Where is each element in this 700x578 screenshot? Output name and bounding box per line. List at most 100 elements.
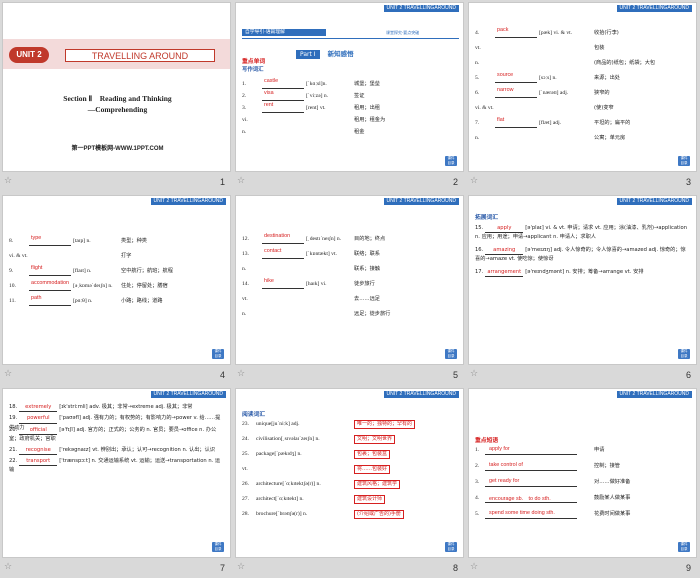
entry-text: [ˈrekəgnaɪz] vt. 辨别出；承认；认可→recognition n… [59,446,215,453]
catalog-badge[interactable]: 课件 目录 [212,542,224,552]
entry-text: [ɪkˈstriːmli] adv. 极其；非常→extreme adj. 极其… [59,404,193,410]
slide-number: 2 [452,177,458,187]
slide-2: UNIT 2 TRAVELLINGAROUND 自学导引·语篇理解 课堂探究·要… [235,2,464,172]
phonetic: [pæk] vi. & vt. [539,30,573,36]
slide-thumb-4[interactable]: UNIT 2 TRAVELLINGAROUND 8. type [taɪp] n. 类… [0,193,233,386]
answer-underline [29,305,71,306]
meaning: (商品的)纸包；纸袋；大包 [594,60,656,66]
answer-word: recognise [19,446,58,455]
site-watermark: 第一PPT模板网-WWW.1PPT.COM [71,146,164,152]
entry-paragraph: 20. official [əˈfɪʃl] adj. 官方的；正式的；公务的 n. … [9,426,224,444]
star-icon[interactable]: ☆ [470,176,478,186]
cover-title: TRAVELLING AROUND [65,49,215,62]
slide-4: UNIT 2 TRAVELLINGAROUND 8. type [taɪp] n. 类… [2,195,231,365]
answer-word: powerful [19,414,58,424]
answer-word: contact [264,248,282,254]
meaning: 租金 [354,129,365,135]
answer-word: castle [264,78,279,84]
answer-word: arrangement [485,268,524,277]
star-icon[interactable]: ☆ [4,562,12,572]
star-icon[interactable]: ☆ [237,176,245,186]
star-icon[interactable]: ☆ [237,562,245,572]
heading-key-phrases: 重点短语 [475,438,499,444]
slide-3: UNIT 2 TRAVELLINGAROUND 4. pack [pæk] vi. … [468,2,697,172]
row-number: n. [475,60,480,66]
slide-thumb-8[interactable]: UNIT 2 TRAVELLINGAROUND 阅读词汇 23. unique[j… [233,386,466,578]
phonetic: [sɔːs] n. [539,75,557,81]
star-icon[interactable]: ☆ [4,369,12,379]
answer-word: accommodation [31,280,70,286]
row-number: 5. [475,511,480,517]
meaning: 联系；接触 [354,266,380,272]
slide-number: 4 [219,370,225,380]
answer-underline [262,258,304,259]
row-number: vi. & vt. [9,253,28,259]
unit-banner: UNIT 2 TRAVELLINGAROUND [383,391,459,398]
catalog-badge[interactable]: 课件 目录 [212,349,224,359]
row-number: n. [242,129,247,135]
answer-word: transport [19,457,58,467]
unit-banner: UNIT 2 TRAVELLINGAROUND [616,198,692,205]
phonetic: [ˌdestɪˈneɪʃn] n. [306,236,342,242]
phonetic: [əˌkɒməˈdeɪʃn] n. [73,283,113,289]
answer-phrase: get ready for [489,478,520,484]
meaning: 来源；出处 [594,75,620,81]
phonetic: [flaɪt] n. [73,268,92,274]
row-number: 14. [242,281,249,287]
reading-word: brochure[ˈbrəʊʃə(r)] n. [256,511,308,517]
nav-tab-2: 课堂探究·要点突破 [386,30,420,35]
slide-thumb-9[interactable]: UNIT 2 TRAVELLINGAROUND 重点短语 1. apply for… [466,386,699,578]
catalog-badge[interactable]: 课件 目录 [445,349,457,359]
row-number: 6. [475,90,480,96]
meaning: 签证 [354,93,365,99]
star-icon[interactable]: ☆ [4,176,12,186]
row-number: 23. [242,421,249,427]
meaning: 花费时间做某事 [594,511,631,517]
slide-thumb-6[interactable]: UNIT 2 TRAVELLINGAROUND 拓展词汇 15. apply [əˈ… [466,193,699,386]
catalog-badge[interactable]: 课件 目录 [445,542,457,552]
slide-thumb-2[interactable]: UNIT 2 TRAVELLINGAROUND 自学导引·语篇理解 课堂探究·要… [233,0,466,193]
answer-underline [29,245,71,246]
row-number: 28. [242,511,249,517]
row-number: 17. [475,268,484,275]
unit-banner: UNIT 2 TRAVELLINGAROUND [616,391,692,398]
row-number: 7. [475,120,480,126]
phonetic: [haɪk] vi. [306,281,327,287]
row-number: n. [475,135,480,141]
entry-paragraph: 16. amazing [əˈmeɪzɪŋ] adj. 令人惊奇的；令人惊喜的→am… [475,246,690,264]
entry-paragraph: 17. arrangement [əˈreɪndʒmənt] n. 安排；筹备→ar… [475,268,690,277]
answer-underline [485,486,577,487]
meaning: 空中航行；航班；航程 [121,268,173,274]
meaning-box: 包裹；包装盒 [354,450,391,459]
slide-thumb-1[interactable]: UNIT 2 TRAVELLING AROUND Section Ⅱ Readi… [0,0,233,193]
slide-thumb-7[interactable]: UNIT 2 TRAVELLINGAROUND 18. extremely [ɪkˈ… [0,386,233,578]
slide-number: 9 [685,563,691,573]
answer-underline [29,290,71,291]
nav-tab: 自学导引·语篇理解 [242,29,326,36]
slide-thumb-5[interactable]: UNIT 2 TRAVELLINGAROUND 12. destination [ˌ… [233,193,466,386]
row-number: 2. [242,93,247,99]
catalog-badge[interactable]: 课件 目录 [678,542,690,552]
star-icon[interactable]: ☆ [470,369,478,379]
slide-1: UNIT 2 TRAVELLING AROUND Section Ⅱ Readi… [2,2,231,172]
row-number: 4. [475,30,480,36]
star-icon[interactable]: ☆ [470,562,478,572]
star-icon[interactable]: ☆ [237,369,245,379]
meaning: 远足；徒步旅行 [354,311,391,317]
answer-underline [262,100,304,101]
row-number: 9. [9,268,14,274]
answer-phrase: apply for [489,446,510,452]
row-number: 25. [242,451,249,457]
meaning-box: 文明；文明世界 [354,435,396,444]
answer-word: flight [31,265,43,271]
answer-underline [485,518,577,519]
row-number: 5. [475,75,480,81]
slide-thumb-3[interactable]: UNIT 2 TRAVELLINGAROUND 4. pack [pæk] vi. … [466,0,699,193]
answer-word: hike [264,278,274,284]
meaning: 鼓励某人做某事 [594,495,631,501]
phonetic: [ˈnærəʊ] adj. [539,90,569,96]
catalog-badge[interactable]: 课件 目录 [678,349,690,359]
section-title: Section Ⅱ Reading and Thinking [63,94,172,103]
catalog-badge[interactable]: 课件 目录 [678,156,690,166]
catalog-badge[interactable]: 课件 目录 [445,156,457,166]
